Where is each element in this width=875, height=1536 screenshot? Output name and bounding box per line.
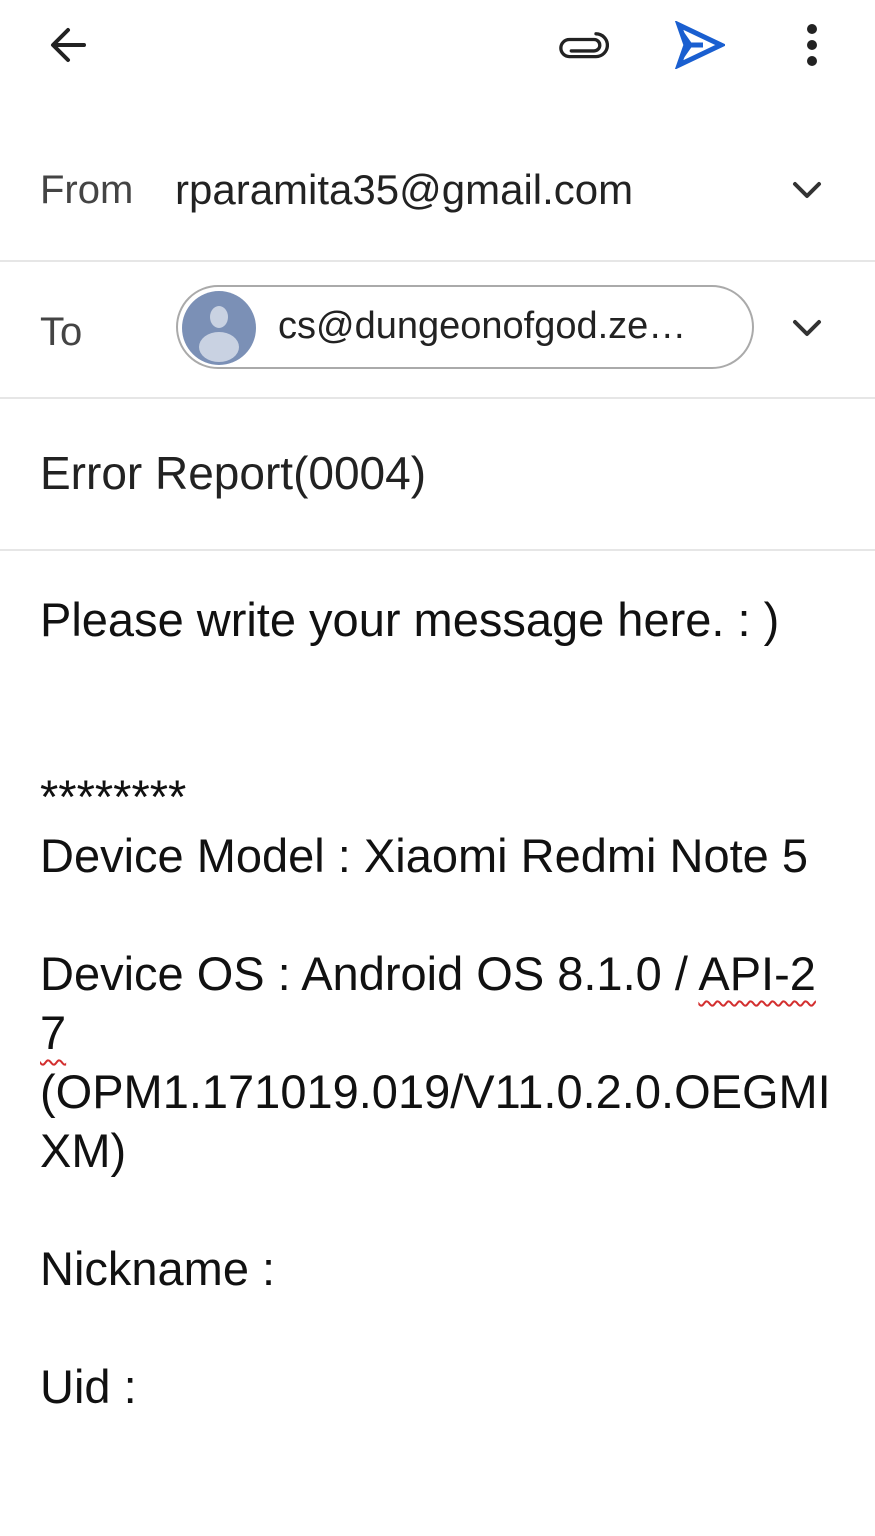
- to-label: To: [40, 310, 83, 354]
- send-button[interactable]: [668, 18, 730, 72]
- recipient-email: cs@dungeonofgod.ze…: [278, 305, 687, 347]
- paperclip-icon: [559, 32, 609, 59]
- body-nickname: Nickname :: [40, 1242, 276, 1295]
- from-expand-button[interactable]: [785, 170, 829, 210]
- device-os-prefix: Device OS : Android OS 8.1.0 /: [40, 947, 699, 1000]
- chevron-down-icon: [793, 320, 821, 336]
- message-body[interactable]: Please write your message here. : ) ****…: [40, 590, 840, 1416]
- more-vertical-icon: [807, 24, 817, 66]
- chevron-down-icon: [793, 182, 821, 198]
- to-expand-button[interactable]: [785, 308, 829, 348]
- more-options-button[interactable]: [790, 18, 834, 72]
- back-button[interactable]: [40, 20, 96, 70]
- body-greeting: Please write your message here. : ): [40, 593, 780, 646]
- person-icon: [199, 306, 239, 362]
- from-field[interactable]: From rparamita35@gmail.com: [0, 122, 875, 262]
- body-device-os: Device OS : Android OS 8.1.0 / API-27: [40, 944, 840, 1062]
- body-uid: Uid :: [40, 1360, 137, 1413]
- from-value: rparamita35@gmail.com: [175, 166, 634, 213]
- avatar: [182, 291, 256, 365]
- subject-input[interactable]: Error Report(0004): [40, 446, 426, 500]
- arrow-back-icon: [51, 28, 86, 62]
- top-app-bar: [0, 0, 875, 90]
- to-field[interactable]: To cs@dungeonofgod.ze…: [0, 260, 875, 399]
- recipient-chip[interactable]: cs@dungeonofgod.ze…: [176, 285, 754, 369]
- body-device-model: Device Model : Xiaomi Redmi Note 5: [40, 829, 808, 882]
- from-label: From: [40, 168, 134, 212]
- send-icon: [674, 21, 725, 69]
- attach-button[interactable]: [552, 20, 614, 70]
- body-device-build: (OPM1.171019.019/V11.0.2.0.OEGMIXM): [40, 1065, 831, 1177]
- body-separator: ********: [40, 770, 187, 823]
